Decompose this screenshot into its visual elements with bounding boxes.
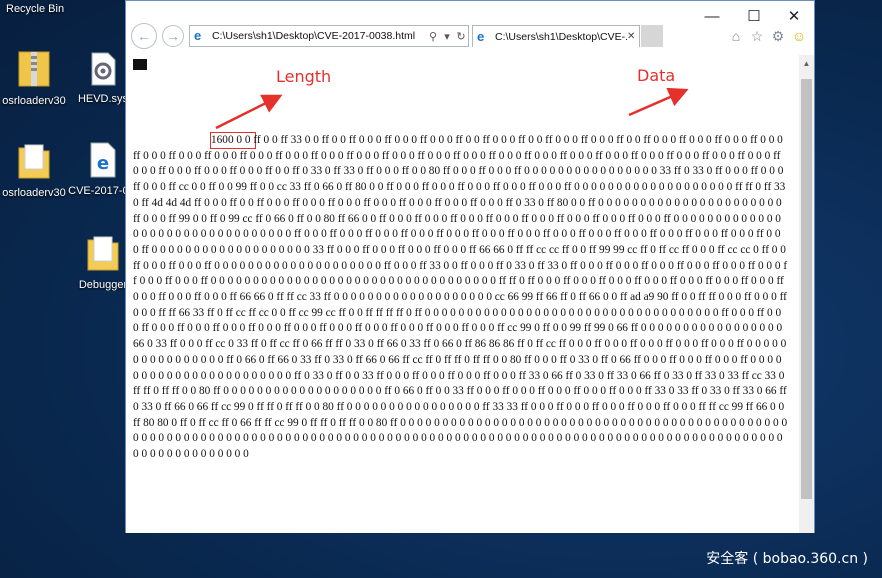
tab-title: C:\Users\sh1\Desktop\CVE-... [495, 30, 627, 43]
svg-text:e: e [97, 153, 109, 174]
tab-active[interactable]: e C:\Users\sh1\Desktop\CVE-... ✕ [472, 25, 640, 47]
hex-dump: 1600 0 0 ff 0 0 ff 33 0 0 ff 0 0 ff 0 0 … [133, 133, 788, 463]
back-arrow-icon: ← [137, 28, 151, 44]
address-input[interactable]: C:\Users\sh1\Desktop\CVE-2017-0038.html [212, 30, 426, 42]
forward-arrow-icon: → [166, 28, 180, 44]
folder-icon [18, 144, 50, 179]
home-icon[interactable]: ⌂ [727, 27, 745, 45]
new-tab-button[interactable] [641, 25, 663, 47]
titlebar: — ☐ ✕ ← → e C:\Users\sh1\Desktop\CVE-201… [126, 1, 814, 55]
watermark: 安全客 ( bobao.360.cn ) [706, 551, 868, 567]
search-icon[interactable]: ⚲ [426, 30, 440, 43]
hex-data: 0 0 ff 0 0 ff 33 0 0 ff 0 0 ff 0 0 0 ff … [133, 134, 788, 461]
close-button[interactable]: ✕ [774, 5, 814, 27]
recycle-bin-label[interactable]: Recycle Bin [6, 3, 64, 15]
page-content: Length Data 1600 0 0 ff 0 0 ff 33 0 0 ff… [126, 55, 800, 533]
dropdown-icon[interactable]: ▾ [440, 30, 454, 43]
back-button[interactable]: ← [131, 23, 157, 49]
desktop-icon-label: osrloaderv30 [2, 95, 66, 107]
scroll-up-icon[interactable]: ▲ [799, 55, 814, 72]
maximize-button[interactable]: ☐ [734, 5, 774, 27]
vertical-scrollbar[interactable]: ▲ [799, 55, 814, 533]
ie-logo-icon: e [194, 28, 202, 43]
desktop-icon-osrloader-folder[interactable]: osrloaderv30 [0, 142, 72, 199]
feedback-smiley-icon[interactable]: ☺ [790, 27, 808, 45]
length-arrow [215, 94, 283, 130]
desktop-icon-osrloader-zip[interactable]: osrloaderv30 [0, 48, 72, 107]
system-file-icon [91, 52, 116, 86]
scroll-thumb[interactable] [801, 79, 812, 499]
address-bar[interactable]: e C:\Users\sh1\Desktop\CVE-2017-0038.htm… [189, 25, 469, 47]
ie-window: — ☐ ✕ ← → e C:\Users\sh1\Desktop\CVE-201… [125, 0, 815, 533]
forward-button[interactable]: → [162, 25, 184, 47]
refresh-icon[interactable]: ↻ [454, 30, 468, 43]
desktop-icon-label: osrloaderv30 [2, 187, 66, 199]
data-arrow [628, 87, 689, 117]
zip-folder-icon [18, 51, 50, 87]
folder-icon [87, 236, 119, 271]
ie-file-icon: e [90, 142, 116, 178]
favorites-star-icon[interactable]: ☆ [748, 27, 766, 45]
ie-logo-icon: e [477, 29, 485, 44]
settings-gear-icon[interactable]: ⚙ [769, 27, 787, 45]
tab-close-icon[interactable]: ✕ [627, 31, 639, 42]
length-value: 1600 [211, 134, 234, 146]
minimize-button[interactable]: — [692, 5, 732, 27]
